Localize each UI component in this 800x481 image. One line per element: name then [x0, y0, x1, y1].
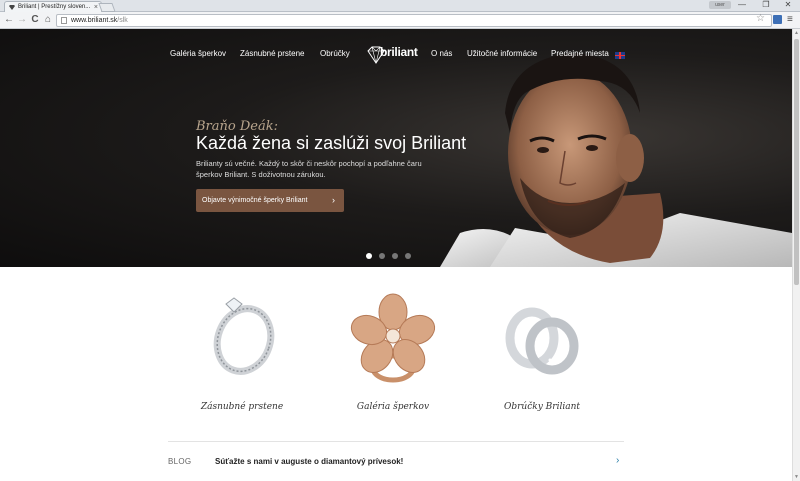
cta-label: Objavte výnimočné šperky Briliant [202, 197, 308, 204]
product-label: Zásnubné prstene [200, 402, 284, 412]
product-wedding-rings[interactable]: Obrúčky Briliant [482, 290, 602, 420]
hero-banner: Galéria šperkov Zásnubné prstene Obrúčky… [0, 29, 792, 267]
chevron-right-icon[interactable]: › [616, 455, 619, 466]
english-flag-icon[interactable] [615, 52, 625, 59]
nav-stores[interactable]: Predajné miesta [551, 48, 609, 60]
product-label: Obrúčky Briliant [503, 402, 580, 412]
page-icon [61, 17, 67, 24]
close-window-button[interactable]: ✕ [780, 0, 796, 10]
slider-dots [366, 246, 430, 259]
url-host: www.briliant.sk [71, 17, 118, 24]
flower-ring-image [350, 293, 436, 383]
diamond-favicon-icon [9, 5, 15, 10]
nav-about[interactable]: O nás [431, 48, 452, 60]
slider-dot[interactable] [366, 253, 372, 259]
forward-button[interactable]: → [16, 14, 28, 26]
wedding-rings-image [505, 307, 579, 375]
nav-engagement-rings[interactable]: Zásnubné prstene [240, 48, 305, 60]
url-path: /slk [117, 17, 128, 24]
scrollbar-thumb[interactable] [794, 39, 799, 285]
hero-subtext: Brilianty sú večné. Každý to skôr či nes… [196, 159, 422, 179]
product-label: Galéria šperkov [356, 402, 430, 412]
hero-headline: Každá žena si zaslúži svoj Briliant [196, 133, 467, 153]
user-profile-button[interactable]: user [709, 1, 731, 9]
reload-button[interactable]: C [29, 14, 41, 26]
tab-title: Briliant | Prestížny sloven... [18, 4, 91, 10]
engagement-ring-image [213, 297, 275, 375]
nav-gallery[interactable]: Galéria šperkov [170, 48, 226, 60]
browser-menu-icon[interactable]: ≡ [787, 14, 793, 26]
nav-useful-info[interactable]: Užitočné informácie [467, 48, 537, 60]
blog-post-title[interactable]: Súťažte s nami v auguste o diamantový pr… [215, 457, 403, 466]
logo-text: briliant [380, 45, 418, 59]
product-engagement-rings[interactable]: Zásnubné prstene [182, 290, 302, 420]
hero-portrait-image [440, 53, 792, 267]
hero-author: Braňo Deák: [196, 119, 278, 134]
product-jewelry-gallery[interactable]: Galéria šperkov [333, 290, 453, 420]
extension-icon[interactable] [773, 15, 782, 24]
slider-dot[interactable] [405, 253, 411, 259]
chevron-right-icon: › [332, 195, 335, 205]
blog-label: BLOG [168, 457, 192, 466]
maximize-button[interactable]: ❐ [758, 0, 774, 10]
minimize-button[interactable]: — [734, 0, 750, 10]
home-button[interactable]: ⌂ [42, 14, 54, 26]
hero-cta-button[interactable]: Objavte výnimočné šperky Briliant › [196, 189, 344, 212]
scroll-down-icon[interactable]: ▼ [794, 474, 799, 480]
new-tab-button[interactable] [98, 3, 116, 12]
slider-dot[interactable] [379, 253, 385, 259]
section-divider [168, 441, 624, 442]
address-bar[interactable]: www.briliant.sk/slk [56, 14, 772, 27]
nav-wedding-rings[interactable]: Obrúčky [320, 48, 350, 60]
scroll-up-icon[interactable]: ▲ [794, 30, 799, 36]
slider-dot[interactable] [392, 253, 398, 259]
browser-toolbar: ← → C ⌂ www.briliant.sk/slk ☆ ≡ [0, 12, 800, 29]
briliant-logo[interactable]: briliant [366, 43, 422, 69]
page-scrollbar[interactable]: ▲ ▼ [792, 29, 800, 481]
browser-tab-bar: Briliant | Prestížny sloven... × user — … [0, 0, 800, 13]
back-button[interactable]: ← [3, 14, 15, 26]
bookmark-star-icon[interactable]: ☆ [756, 13, 765, 25]
